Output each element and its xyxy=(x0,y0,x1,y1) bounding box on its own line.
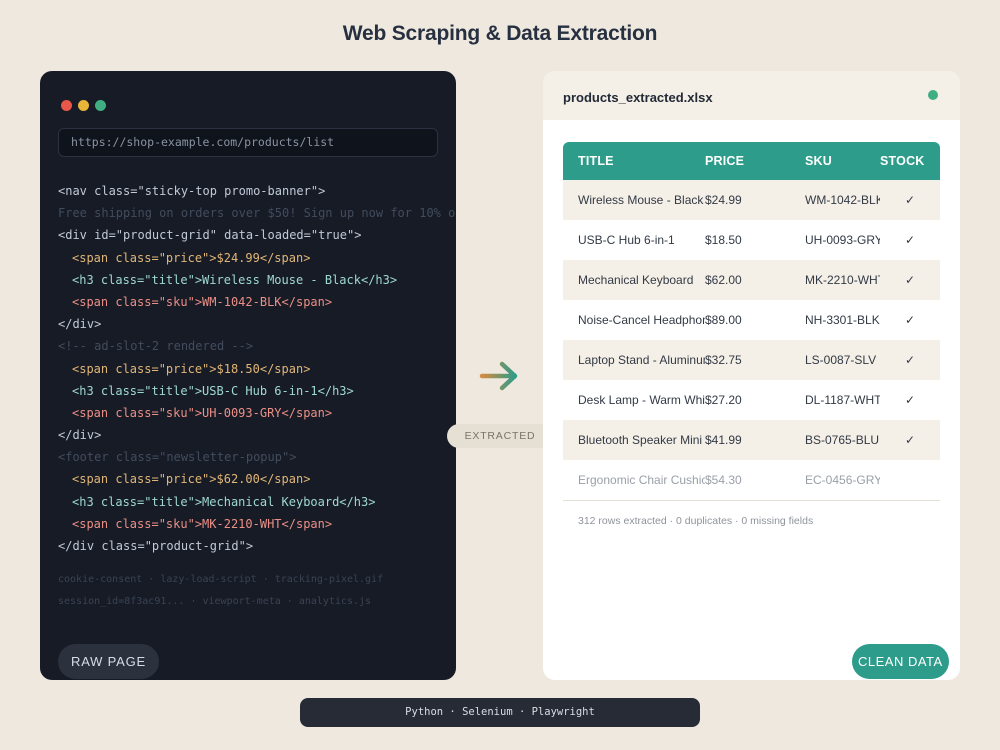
close-dot-icon[interactable] xyxy=(61,100,72,111)
cell-title: Ergonomic Chair Cushion xyxy=(563,460,705,501)
cell-title: Mechanical Keyboard xyxy=(563,260,705,300)
arrow-right-icon xyxy=(479,361,518,391)
cell-price: $32.75 xyxy=(705,340,805,380)
cell-sku: UH-0093-GRY xyxy=(805,220,880,260)
cell-price: $24.99 xyxy=(705,180,805,220)
clean-data-button[interactable]: CLEAN DATA xyxy=(852,644,949,679)
code-line: </div> xyxy=(58,317,102,332)
code-line: <span class="sku">MK-2210-WHT</span> xyxy=(72,516,333,531)
code-line: <span class="sku">UH-0093-GRY</span> xyxy=(72,405,333,420)
spreadsheet-panel: products_extracted.xlsx TITLE PRICE SKU … xyxy=(543,71,960,680)
noise-line: session_id=8f3ac91... · viewport-meta · … xyxy=(58,596,372,607)
cell-title: Wireless Mouse - Black xyxy=(563,180,705,220)
raw-page-button[interactable]: RAW PAGE xyxy=(58,644,160,679)
noise-line: cookie-consent · lazy-load-script · trac… xyxy=(58,574,384,585)
table-row[interactable]: Noise-Cancel Headphones$89.00NH-3301-BLK… xyxy=(563,300,940,340)
window-controls xyxy=(61,100,106,111)
cell-sku: WM-1042-BLK xyxy=(805,180,880,220)
stock-check-icon: ✓ xyxy=(880,420,940,460)
table-row[interactable]: Mechanical Keyboard $62.00 MK-2210-WHT ✓ xyxy=(563,260,940,300)
code-line: <h3 class="title">Wireless Mouse - Black… xyxy=(72,272,398,287)
column-header-price[interactable]: PRICE xyxy=(705,142,805,180)
stock-check-icon: ✓ xyxy=(880,340,940,380)
maximize-dot-icon[interactable] xyxy=(95,100,106,111)
code-line: <footer class="newsletter-popup"> xyxy=(58,450,297,465)
code-line: <span class="sku">WM-1042-BLK</span> xyxy=(72,294,333,309)
cell-title: Noise-Cancel Headphones xyxy=(563,300,705,340)
table-row[interactable]: Laptop Stand - Aluminum $32.75 LS-0087-SLV… xyxy=(563,340,940,380)
stock-check-icon: ✓ xyxy=(880,220,940,260)
code-line: <div id="product-grid" data-loaded="true… xyxy=(58,228,362,243)
table-row[interactable]: Ergonomic Chair Cushion $54.30 EC-0456-GRY xyxy=(563,460,940,501)
cell-price: $41.99 xyxy=(705,420,805,460)
file-name: products_extracted.xlsx xyxy=(563,90,713,105)
table-row[interactable]: USB-C Hub 6-in-1 $18.50 UH-0093-GRY ✓ xyxy=(563,220,940,260)
stock-check-icon xyxy=(880,460,940,501)
code-line: </div> xyxy=(58,428,102,443)
cell-sku: NH-3301-BLK xyxy=(805,300,880,340)
table-row[interactable]: Desk Lamp - Warm White $27.20 DL-1187-WHT ✓ xyxy=(563,380,940,420)
data-table: TITLE PRICE SKU STOCK Wireless Mouse - B… xyxy=(563,142,940,501)
cell-price: $54.30 xyxy=(705,460,805,501)
status-dot-icon xyxy=(928,90,938,100)
cell-price: $27.20 xyxy=(705,380,805,420)
cell-sku: MK-2210-WHT xyxy=(805,260,880,300)
url-bar[interactable]: https://shop-example.com/products/list xyxy=(58,128,438,157)
table-header-row: TITLE PRICE SKU STOCK xyxy=(563,142,940,180)
minimize-dot-icon[interactable] xyxy=(78,100,89,111)
cell-sku: DL-1187-WHT xyxy=(805,380,880,420)
cell-sku: BS-0765-BLU xyxy=(805,420,880,460)
stock-check-icon: ✓ xyxy=(880,300,940,340)
cell-sku: LS-0087-SLV xyxy=(805,340,880,380)
raw-html-panel: https://shop-example.com/products/list <… xyxy=(40,71,456,680)
extracted-label: EXTRACTED xyxy=(447,424,553,448)
column-header-stock[interactable]: STOCK xyxy=(880,142,940,180)
code-line: </div class="product-grid"> xyxy=(58,539,254,553)
code-line: Free shipping on orders over $50! Sign u… xyxy=(58,206,456,221)
code-line: <h3 class="title">Mechanical Keyboard</h… xyxy=(72,494,376,509)
code-line: <!-- ad-slot-2 rendered --> xyxy=(58,339,254,354)
code-line: <span class="price">$18.50</span> xyxy=(72,361,311,376)
cell-price: $89.00 xyxy=(705,300,805,340)
cell-title: Bluetooth Speaker Mini xyxy=(563,420,705,460)
table-row[interactable]: Wireless Mouse - Black $24.99 WM-1042-BLK ✓ xyxy=(563,180,940,220)
tech-stack-footer: Python · Selenium · Playwright xyxy=(300,698,700,727)
stock-check-icon: ✓ xyxy=(880,380,940,420)
cell-sku: EC-0456-GRY xyxy=(805,460,880,501)
cell-price: $62.00 xyxy=(705,260,805,300)
page-title: Web Scraping & Data Extraction xyxy=(342,22,658,45)
spreadsheet-header: products_extracted.xlsx xyxy=(543,71,960,120)
table-row[interactable]: Bluetooth Speaker Mini $41.99 BS-0765-BLU ✓ xyxy=(563,420,940,460)
stock-check-icon: ✓ xyxy=(880,260,940,300)
column-header-title[interactable]: TITLE xyxy=(563,142,705,180)
extraction-summary: 312 rows extracted · 0 duplicates · 0 mi… xyxy=(578,515,814,527)
page-noise: cookie-consent · lazy-load-script · trac… xyxy=(58,569,448,613)
cell-title: USB-C Hub 6-in-1 xyxy=(563,220,705,260)
cell-price: $18.50 xyxy=(705,220,805,260)
stock-check-icon: ✓ xyxy=(880,180,940,220)
cell-title: Laptop Stand - Aluminum xyxy=(563,340,705,380)
code-line: <nav class="sticky-top promo-banner"> xyxy=(58,184,326,198)
code-line: <span class="price">$24.99</span> xyxy=(72,250,311,265)
html-source: <nav class="sticky-top promo-banner"> Fre… xyxy=(58,180,456,557)
code-line: <span class="price">$62.00</span> xyxy=(72,472,311,487)
code-line: <h3 class="title">USB-C Hub 6-in-1</h3> xyxy=(72,383,354,398)
column-header-sku[interactable]: SKU xyxy=(805,142,880,180)
cell-title: Desk Lamp - Warm White xyxy=(563,380,705,420)
